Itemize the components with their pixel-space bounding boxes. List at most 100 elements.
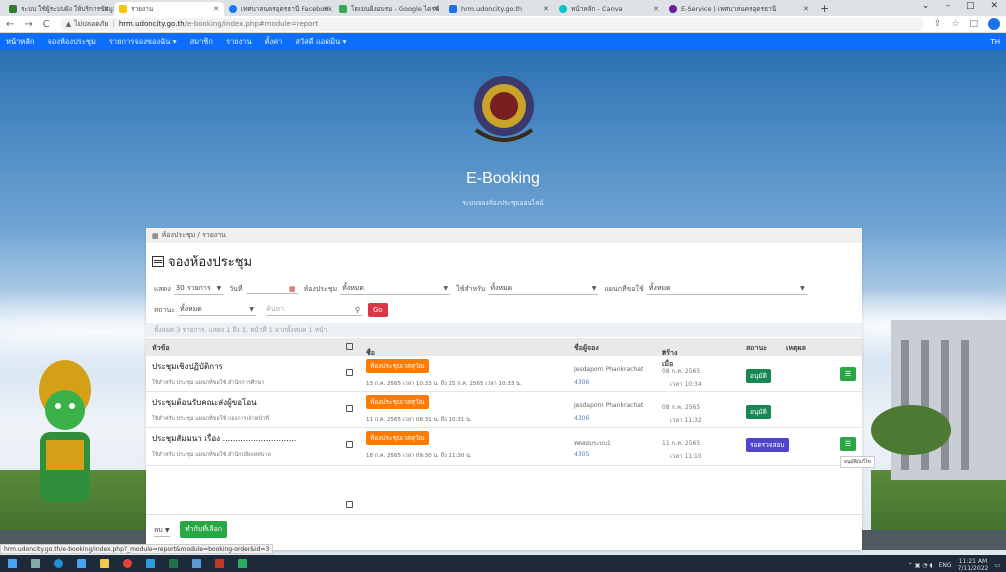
apply-selected-button[interactable]: ทำกับที่เลือก [180,521,227,538]
app-icon[interactable] [146,559,155,568]
close-tab-icon[interactable]: ✕ [543,5,549,13]
row-date-time: เวลา 11:32 [670,417,702,424]
row-user-id[interactable]: 4305 [574,451,589,458]
browser-tab[interactable]: เทศบาลนครอุดรธานี Facebook ✕ [224,2,334,16]
nav-report[interactable]: รายงาน [226,36,252,48]
close-window-button[interactable]: ✕ [990,1,998,11]
notification-icon[interactable]: ▭ [994,562,1000,569]
row-checkbox[interactable] [346,405,353,412]
tab-favicon-icon [229,5,237,13]
breadcrumb-text[interactable]: ห้องประชุม / รายงาน [162,230,226,241]
edit-approve-button[interactable]: ☰ [840,367,856,381]
calendar-picker-icon[interactable]: ▦ [289,285,296,293]
close-tab-icon[interactable]: ✕ [323,5,329,13]
row-date: 11 ก.ค. 2565 [662,440,701,447]
maximize-button[interactable]: □ [966,1,975,11]
date-input[interactable]: ▦ [245,285,298,294]
chrome-icon[interactable] [123,559,132,568]
footer-checkbox[interactable] [346,501,353,508]
row-checkbox[interactable] [346,369,353,376]
search-input[interactable]: ค้นหา ⚲ [266,305,362,316]
nav-settings[interactable]: ตั้งค่า [265,36,283,48]
browser-tab[interactable]: ระบบ ใช้ผู้ระบบฝัง ให้บริการข้อมูล ✕ [4,2,114,16]
close-tab-icon[interactable]: ✕ [653,5,659,13]
date-label: วันที่ [229,284,243,293]
tab-favicon-icon [9,5,17,13]
reload-button[interactable]: C [43,19,50,30]
nav-my-bookings[interactable]: รายการจองของฉัน ▾ [109,36,177,48]
task-view-icon[interactable] [31,559,40,568]
dept-select[interactable]: ทั้งหมด ▼ [646,283,807,295]
col-booker: ชื่อผู้จอง [574,344,599,352]
bookmark-star-icon[interactable]: ☆ [951,19,959,29]
row-subject: ประชุมต้อนรับคณะส่งผู้ขอโอน [152,398,257,407]
page-title: จองห้องประชุม [152,251,252,272]
store-icon[interactable] [77,559,86,568]
user-initials[interactable]: TH [990,38,1000,46]
site-navbar: หน้าหลัก จองห้องประชุม รายการจองของฉัน ▾… [0,33,1006,50]
app-icon[interactable] [192,559,201,568]
browser-tab[interactable]: โดเมนฝั่งอบรม - Google ไดรฟ์ ✕ [334,2,444,16]
row-date-time: เวลา 11:10 [670,453,702,460]
use-select[interactable]: ทั้งหมด ▼ [488,283,599,295]
go-button[interactable]: Go [368,303,388,317]
col-status: สถานะ [746,344,767,352]
windows-taskbar: ⌃ ▣ ◔ ◖ ENG 11:21 AM 7/11/2022 ▭ [0,555,1006,572]
language-indicator[interactable]: ENG [939,562,952,569]
forward-button[interactable]: → [24,19,32,30]
clock[interactable]: 11:21 AM 7/11/2022 [958,558,989,572]
browser-tab[interactable]: หน้าหลัก - Canva ✕ [554,2,664,16]
excel-icon[interactable] [169,559,178,568]
back-button[interactable]: ← [6,19,14,30]
brand-subtitle: ระบบจองห้องประชุมออนไลน์ [462,199,544,207]
tray-icons[interactable]: ⌃ ▣ ◔ ◖ [908,562,933,569]
row-user: Jesdaporn Phankrachat [574,366,644,373]
app-icon[interactable] [215,559,224,568]
side-panel-icon[interactable]: □ [969,19,978,29]
row-user-id[interactable]: 4306 [574,415,589,422]
city-hall-building-icon [871,320,1006,480]
file-explorer-icon[interactable] [100,559,109,568]
page-size-select[interactable]: 30 รายการ ▼ [173,283,224,295]
municipality-logo-icon [474,76,534,142]
close-tab-icon[interactable]: ✕ [213,5,219,13]
nav-home[interactable]: หน้าหลัก [6,36,34,48]
close-tab-icon[interactable]: ✕ [433,5,439,13]
close-tab-icon[interactable]: ✕ [803,5,809,13]
nav-book-room[interactable]: จองห้องประชุม [47,36,96,48]
edge-icon[interactable] [54,559,63,568]
close-tab-icon[interactable]: ✕ [103,5,109,13]
row-subject: ประชุมสัมมนา เรื่อง ....................… [152,434,297,443]
browser-tab[interactable]: E-Service | เทศบาลนครอุดรธานี ✕ [664,2,814,16]
row-checkbox[interactable] [346,441,353,448]
row-user: Jesdaporn Phankrachat [574,402,644,409]
browser-tab[interactable]: hrm.udoncity.go.th ✕ [444,2,554,16]
url-input[interactable]: ▲ ไม่ปลอดภัย | hrm.udoncity.go.th /e-boo… [59,17,924,31]
bulk-action-select[interactable]: ลบ ▼ [154,525,170,537]
status-badge: อนุมัติ [746,405,771,419]
row-user-id[interactable]: 4306 [574,379,589,386]
result-summary: ทั้งหมด 3 รายการ, แสดง 1 ถึง 3, หน้าที่ … [146,323,862,337]
nav-members[interactable]: สมาชิก [190,36,213,48]
col-reason: เหตุผล [786,344,806,352]
tab-favicon-icon [119,5,127,13]
app-icon[interactable] [238,559,247,568]
tab-favicon-icon [339,5,347,13]
minimize-button[interactable]: – [945,1,950,11]
browser-tab-active[interactable]: รายงาน ✕ [114,2,224,16]
profile-avatar[interactable] [988,18,1000,30]
url-host: hrm.udoncity.go.th [118,20,185,28]
windows-start-icon[interactable] [8,559,17,568]
chevron-down-icon: ▼ [216,285,222,292]
nav-user-menu[interactable]: สวัสดี แอดมิน ▾ [295,36,346,48]
report-card: ▦ ห้องประชุม / รายงาน จองห้องประชุม แสดง… [146,228,875,550]
edit-approve-button[interactable]: ☰ [840,437,856,451]
tab-search-icon[interactable]: ⌄ [922,1,930,11]
share-icon[interactable]: ⇪ [934,19,942,29]
status-select[interactable]: ทั้งหมด ▼ [178,304,256,316]
room-select[interactable]: ทั้งหมด ▼ [340,283,451,295]
col-subject: หัวข้อ [152,344,170,352]
new-tab-button[interactable]: + [820,2,829,15]
dept-label: แผนกที่ขอใช้ [604,284,644,293]
select-all-checkbox[interactable] [346,343,353,350]
